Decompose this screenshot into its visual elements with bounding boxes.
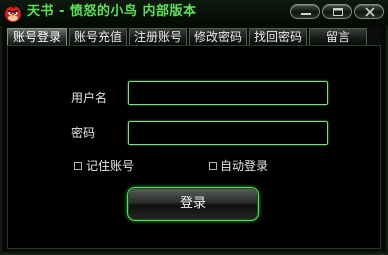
tab-change-password[interactable]: 修改密码 (189, 28, 247, 45)
maximize-button[interactable] (322, 4, 352, 19)
title-bar[interactable]: 天书 - 愤怒的小鸟 内部版本 (0, 0, 388, 26)
minimize-button[interactable] (290, 4, 320, 19)
close-icon (365, 7, 375, 17)
auto-login-checkbox[interactable] (209, 162, 217, 170)
close-button[interactable] (354, 4, 384, 19)
remember-account-label[interactable]: 记住账号 (86, 159, 134, 173)
auto-login-label[interactable]: 自动登录 (220, 159, 268, 173)
window-title: 天书 - 愤怒的小鸟 内部版本 (27, 4, 197, 19)
username-input[interactable] (128, 81, 328, 105)
login-panel: 用户名 密码 记住账号 自动登录 登录 (7, 45, 381, 249)
tab-register-account[interactable]: 注册账号 (129, 28, 187, 45)
maximize-icon (333, 8, 343, 16)
tab-account-login[interactable]: 账号登录 (7, 28, 67, 45)
tab-message[interactable]: 留言 (309, 28, 367, 45)
tab-bar: 账号登录 账号充值 注册账号 修改密码 找回密码 留言 (7, 28, 381, 45)
minimize-icon (301, 13, 311, 15)
login-window: 天书 - 愤怒的小鸟 内部版本 账号登录 账号充值 注册账号 修改密码 找回密码… (0, 0, 388, 255)
password-input[interactable] (128, 121, 328, 145)
username-label: 用户名 (71, 91, 108, 105)
password-label: 密码 (71, 126, 96, 140)
tab-account-recharge[interactable]: 账号充值 (69, 28, 127, 45)
window-frame-bottom (0, 251, 388, 255)
angry-bird-icon (5, 4, 21, 22)
login-button[interactable]: 登录 (127, 187, 259, 221)
window-frame-left (0, 26, 2, 255)
tab-recover-password[interactable]: 找回密码 (249, 28, 307, 45)
remember-account-checkbox[interactable] (74, 162, 82, 170)
